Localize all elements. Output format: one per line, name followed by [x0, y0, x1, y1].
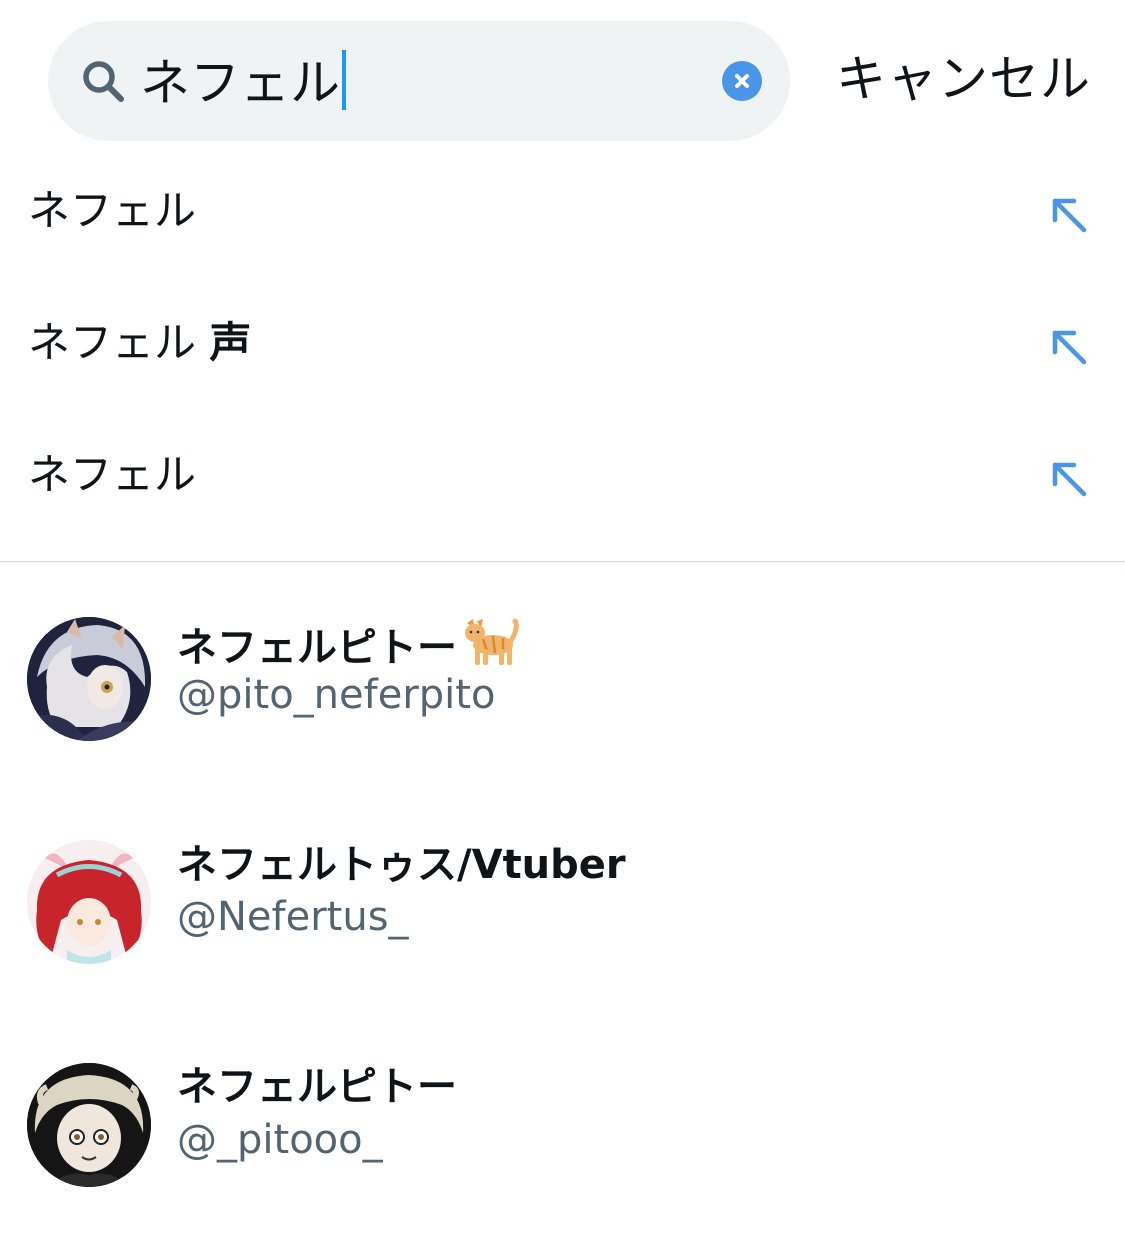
avatar — [27, 1063, 151, 1187]
clear-search-button[interactable] — [722, 61, 762, 101]
suggestion-suffix: 声 — [209, 318, 252, 367]
user-display-name: ネフェルピトー — [177, 1064, 457, 1110]
section-divider — [0, 561, 1125, 562]
user-result-row[interactable]: ネフェルピトー @pito_neferpito — [0, 590, 1125, 790]
suggestion-label: ネフェル — [28, 186, 197, 235]
search-icon — [83, 61, 124, 102]
user-result-row[interactable]: ネフェルトゥス/Vtuber @Nefertus_ — [0, 812, 1125, 1012]
user-display-name: ネフェルトゥス/Vtuber — [177, 842, 626, 888]
cat-icon — [465, 618, 519, 665]
user-handle: @pito_neferpito — [177, 672, 496, 718]
user-result-row[interactable]: ネフェルピトー @_pitooo_ — [0, 1035, 1125, 1235]
user-display-name: ネフェルピトー — [177, 617, 519, 673]
user-handle: @_pitooo_ — [177, 1117, 383, 1163]
search-suggestion[interactable]: ネフェル 声 — [0, 297, 1125, 429]
avatar — [27, 617, 151, 741]
cancel-button[interactable]: キャンセル — [836, 48, 1091, 110]
search-input[interactable]: ネフェル — [140, 50, 346, 114]
avatar — [27, 840, 151, 964]
search-bar-row: ネフェル キャンセル — [0, 0, 1125, 165]
search-suggestion[interactable]: ネフェル — [0, 429, 1125, 561]
suggestion-label: ネフェル 声 — [28, 318, 252, 367]
suggestion-label: ネフェル — [28, 450, 197, 499]
text-caret — [342, 50, 346, 110]
search-suggestion[interactable]: ネフェル — [0, 165, 1125, 297]
close-icon — [735, 74, 749, 88]
arrow-up-left-icon[interactable] — [1046, 456, 1092, 502]
user-handle: @Nefertus_ — [177, 894, 409, 940]
search-query-text: ネフェル — [140, 54, 340, 112]
arrow-up-left-icon[interactable] — [1046, 324, 1092, 370]
arrow-up-left-icon[interactable] — [1046, 192, 1092, 238]
